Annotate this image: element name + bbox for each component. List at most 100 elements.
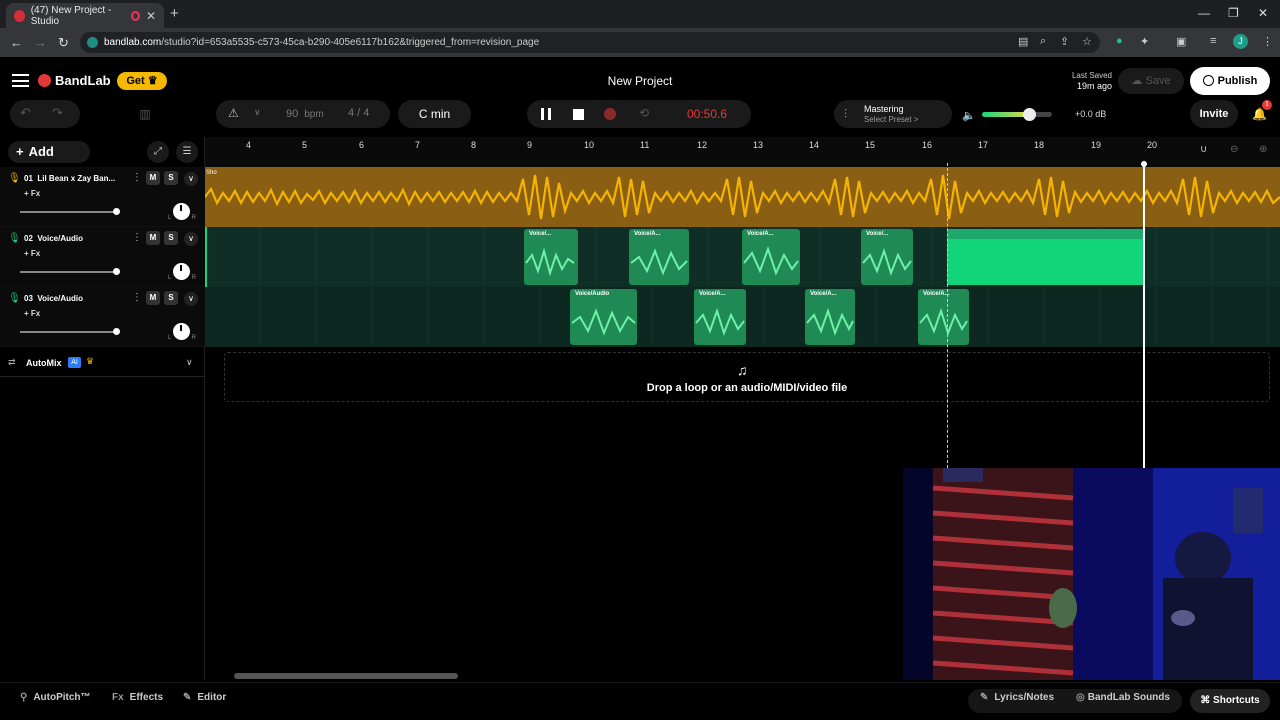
speaker-icon[interactable]: 🔈 (962, 109, 976, 122)
track-row[interactable]: 🎙 02 Voice/Audio ⋮ M S ∨ + Fx LR (0, 227, 205, 287)
zoom-out-icon[interactable]: ⊖ (1230, 144, 1238, 155)
playhead[interactable] (1141, 161, 1147, 468)
audio-clip[interactable]: Voice/A... (805, 289, 855, 345)
track-volume-slider[interactable] (20, 331, 117, 333)
add-fx-button[interactable]: + Fx (24, 189, 40, 198)
track-menu-icon[interactable]: ⋮ (132, 232, 142, 243)
chevron-down-icon[interactable]: ∨ (254, 107, 261, 118)
track-volume-knob[interactable] (113, 208, 120, 215)
get-membership-button[interactable]: Get ♛ (117, 72, 167, 90)
time-signature[interactable]: 4 / 4 (348, 107, 369, 119)
horizontal-scrollbar[interactable] (234, 673, 458, 679)
automation-icon[interactable]: ⤢ (147, 141, 169, 163)
stop-icon[interactable] (573, 109, 584, 120)
editor-button[interactable]: ✎ Editor (183, 692, 226, 703)
effects-button[interactable]: Fx Effects (112, 692, 163, 703)
bandlab-sounds-button[interactable]: ◎ BandLab Sounds (1076, 692, 1170, 703)
profile-avatar[interactable]: J (1233, 34, 1248, 49)
track-menu-icon[interactable]: ⋮ (132, 292, 142, 303)
track-name[interactable]: 03 Voice/Audio (24, 294, 128, 303)
mute-button[interactable]: M (146, 231, 160, 245)
chevron-down-icon[interactable]: ∨ (186, 357, 193, 368)
key-selector[interactable]: C min (398, 100, 471, 128)
drop-zone[interactable]: ♫ Drop a loop or an audio/MIDI/video fil… (224, 352, 1270, 402)
mixer-icon[interactable]: ☰ (176, 141, 198, 163)
address-bar[interactable]: bandlab.com/studio?id=653a5535-c573-45ca… (80, 32, 1100, 53)
timeline-ruler[interactable]: 4 5 6 7 8 9 10 11 12 13 14 15 16 17 18 1… (205, 137, 1280, 167)
solo-button[interactable]: S (164, 291, 178, 305)
forward-icon[interactable]: → (34, 35, 47, 50)
redo-icon[interactable]: ↷ (52, 105, 63, 121)
invite-button[interactable]: Invite (1190, 100, 1238, 128)
track-menu-icon[interactable]: ⋮ (132, 172, 142, 183)
browser-menu-icon[interactable]: ⋮ (1262, 35, 1273, 48)
publish-button[interactable]: Publish (1190, 67, 1270, 95)
piano-keyboard-icon[interactable]: ▥ (130, 100, 160, 128)
chevron-down-icon[interactable]: ∨ (184, 232, 198, 246)
minimize-icon[interactable]: — (1198, 6, 1210, 20)
zoom-icon[interactable]: ⌕ (1040, 35, 1046, 48)
mastering-button[interactable]: ⫶ Mastering Select Preset > (834, 100, 952, 128)
extension-icon[interactable]: ● (1116, 35, 1123, 47)
site-info-icon[interactable] (87, 37, 98, 48)
audio-clip[interactable]: Voice/A... (742, 229, 800, 285)
new-tab-button[interactable]: + (170, 5, 179, 22)
lyrics-notes-button[interactable]: ✎ Lyrics/Notes (980, 692, 1054, 703)
add-track-button[interactable]: +Add Track (8, 141, 90, 182)
add-fx-button[interactable]: + Fx (24, 309, 40, 318)
undo-icon[interactable]: ↶ (20, 105, 31, 121)
reload-icon[interactable]: ↻ (58, 35, 69, 51)
browser-tab[interactable]: (47) New Project - Studio ✕ (6, 3, 164, 28)
audio-clip[interactable]: Voice/Audio (570, 289, 637, 345)
mute-button[interactable]: M (146, 171, 160, 185)
metronome-icon[interactable]: ⚠ (228, 106, 239, 120)
autopitch-button[interactable]: ⚲ AutoPitch™ (20, 692, 91, 703)
zoom-in-icon[interactable]: ⊕ (1259, 144, 1267, 155)
cast-icon[interactable]: ▣ (1176, 35, 1186, 48)
automix-row[interactable]: ⇄ AutoMix AI ♛ ∨ (0, 351, 205, 377)
track-row[interactable]: 🎙 01 Lil Bean x Zay Ban... ⋮ M S ∨ + Fx … (0, 167, 205, 227)
reader-icon[interactable]: ▤ (1018, 35, 1028, 48)
pause-icon[interactable] (541, 108, 551, 120)
share-icon[interactable]: ⇪ (1060, 35, 1069, 48)
track-volume-slider[interactable] (20, 211, 117, 213)
extensions-puzzle-icon[interactable]: ✦ (1140, 35, 1149, 48)
bandlab-logo[interactable]: BandLab (38, 73, 111, 88)
tab-close-icon[interactable]: ✕ (146, 9, 156, 23)
track-volume-slider[interactable] (20, 271, 117, 273)
chevron-down-icon[interactable]: ∨ (184, 292, 198, 306)
solo-button[interactable]: S (164, 171, 178, 185)
record-icon[interactable] (604, 108, 616, 120)
bookmark-star-icon[interactable]: ☆ (1082, 35, 1092, 48)
track-name[interactable]: 01 Lil Bean x Zay Ban... (24, 174, 128, 183)
back-icon[interactable]: ← (10, 35, 23, 50)
track-volume-knob[interactable] (113, 268, 120, 275)
add-fx-button[interactable]: + Fx (24, 249, 40, 258)
restore-icon[interactable]: ❐ (1228, 6, 1239, 20)
audio-clip[interactable]: Voice/... (524, 229, 578, 285)
track-lane-3[interactable]: Voice/Audio Voice/A... Voice/A... Voice/… (205, 287, 1280, 347)
loop-icon[interactable]: ⟲ (639, 106, 649, 120)
magnet-icon[interactable]: ∪ (1200, 144, 1207, 155)
mute-button[interactable]: M (146, 291, 160, 305)
bpm-control[interactable]: 90 bpm (286, 108, 324, 120)
audio-clip[interactable]: Voice/A... (694, 289, 746, 345)
audio-clip[interactable]: Voice/... (861, 229, 913, 285)
project-title[interactable]: New Project (560, 74, 720, 88)
solo-button[interactable]: S (164, 231, 178, 245)
chevron-down-icon[interactable]: ∨ (184, 172, 198, 186)
media-control-icon[interactable]: ≡ (1210, 35, 1216, 47)
track-row[interactable]: 🎙 03 Voice/Audio ⋮ M S ∨ + Fx LR (0, 287, 205, 347)
audio-clip[interactable]: Voice/A... (918, 289, 969, 345)
audio-clip[interactable]: Voice/A... (629, 229, 689, 285)
save-button[interactable]: ☁ Save (1118, 68, 1184, 94)
track-volume-knob[interactable] (113, 328, 120, 335)
master-volume-slider[interactable] (982, 108, 1052, 121)
recording-clip[interactable] (947, 229, 1143, 285)
window-close-icon[interactable]: ✕ (1258, 6, 1268, 20)
shortcuts-button[interactable]: ⌘ Shortcuts (1190, 689, 1270, 713)
volume-knob[interactable] (1023, 108, 1036, 121)
track-lane-1[interactable]: Sho (205, 167, 1280, 227)
track-name[interactable]: 02 Voice/Audio (24, 234, 128, 243)
hamburger-menu-icon[interactable] (12, 74, 29, 87)
